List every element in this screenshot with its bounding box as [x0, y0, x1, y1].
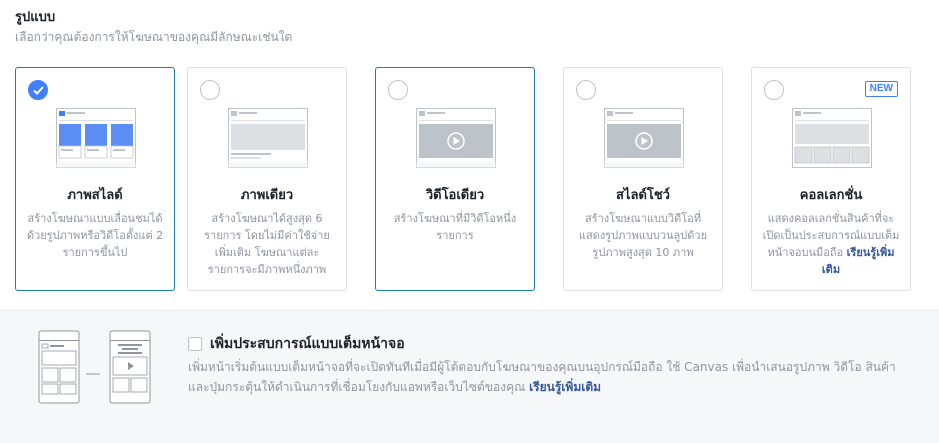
fullscreen-experience-panel: เพิ่มประสบการณ์แบบเต็มหน้าจอ เพิ่มหน้าเร…: [0, 310, 939, 443]
format-card-slideshow[interactable]: สไลด์โชว์ สร้างโฆษณาแบบวิดีโอที่แสดงรูปภ…: [563, 67, 723, 291]
format-card-list: ภาพสไลด์ สร้างโฆษณาแบบเลื่อนชมได้ด้วยรูป…: [15, 67, 939, 291]
fullscreen-checkbox-label[interactable]: เพิ่มประสบการณ์แบบเต็มหน้าจอ: [210, 333, 405, 355]
format-description: แสดงคอลเลกชั่นสินค้าที่จะเปิดเป็นประสบกา…: [762, 210, 900, 278]
single-video-icon: [416, 108, 496, 168]
format-card-carousel[interactable]: ภาพสไลด์ สร้างโฆษณาแบบเลื่อนชมได้ด้วยรูป…: [15, 67, 175, 291]
radio-circle-icon[interactable]: [200, 80, 220, 100]
format-name: คอลเลกชั่น: [799, 188, 863, 203]
format-name: ภาพสไลด์: [67, 188, 123, 203]
format-description: สร้างโฆษณาที่มีวิดีโอหนึ่งรายการ: [393, 212, 517, 242]
format-name: ภาพเดียว: [240, 188, 294, 203]
collection-icon: [792, 108, 872, 168]
format-name: สไลด์โชว์: [616, 188, 670, 203]
format-description: สร้างโฆษณาแบบวิดีโอที่แสดงรูปภาพแบบวนลูป…: [578, 212, 708, 259]
format-card-single-image[interactable]: ภาพเดียว สร้างโฆษณาได้สูงสุด 6 รายการ โด…: [187, 67, 347, 291]
radio-circle-icon[interactable]: [764, 80, 784, 100]
carousel-icon: [56, 108, 136, 168]
fullscreen-learn-more-link[interactable]: เรียนรู้เพิ่มเติม: [529, 380, 601, 394]
selected-check-icon[interactable]: [28, 80, 48, 100]
format-card-collection[interactable]: NEW คอลเลกชั่น แสดงคอลเลกชั่นสินค้าที่จะ…: [751, 67, 911, 291]
fullscreen-option[interactable]: เพิ่มประสบการณ์แบบเต็มหน้าจอ: [188, 333, 405, 355]
new-badge: NEW: [864, 81, 898, 97]
format-card-single-video[interactable]: วิดีโอเดียว สร้างโฆษณาที่มีวิดีโอหนึ่งรา…: [375, 67, 535, 291]
radio-circle-icon[interactable]: [576, 80, 596, 100]
format-description: สร้างโฆษณาแบบเลื่อนชมได้ด้วยรูปภาพหรือวิ…: [26, 212, 164, 259]
fullscreen-checkbox[interactable]: [188, 337, 202, 351]
section-title: รูปแบบ: [15, 10, 56, 25]
fullscreen-description: เพิ่มหน้าเริ่มต้นแบบเต็มหน้าจอที่จะเปิดท…: [188, 357, 918, 397]
section-subtitle: เลือกว่าคุณต้องการให้โฆษณาของคุณมีลักษณะ…: [15, 30, 293, 44]
fullscreen-experience-illustration-icon: [38, 330, 151, 404]
format-description: สร้างโฆษณาได้สูงสุด 6 รายการ โดยไม่มีค่า…: [204, 212, 330, 276]
format-name: วิดีโอเดียว: [425, 188, 485, 203]
slideshow-icon: [604, 108, 684, 168]
single-image-icon: [228, 108, 308, 168]
format-header: รูปแบบ เลือกว่าคุณต้องการให้โฆษณาของคุณม…: [15, 10, 292, 46]
radio-circle-icon[interactable]: [388, 80, 408, 100]
